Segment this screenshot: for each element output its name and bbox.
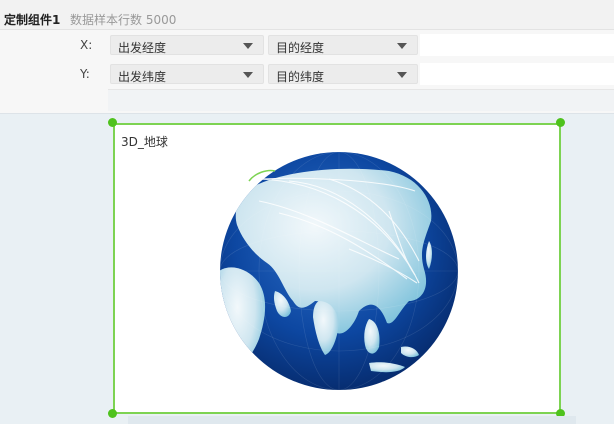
chevron-down-icon (243, 72, 253, 78)
config-panel: 定制组件1 数据样本行数 5000 X: 出发经度 目的经度 Y: 出发纬度 目… (0, 0, 614, 114)
x-start-dropdown[interactable]: 出发经度 (110, 35, 264, 55)
x-start-value: 出发经度 (118, 41, 167, 55)
globe-svg (220, 152, 458, 390)
y-start-dropdown[interactable]: 出发纬度 (110, 64, 264, 84)
y-axis-label: Y: (80, 67, 90, 81)
row-count: 数据样本行数 5000 (70, 13, 177, 27)
x-axis-label: X: (80, 38, 93, 52)
extra-field-row[interactable] (108, 89, 614, 111)
resize-handle-bottom-left[interactable] (108, 409, 117, 418)
y-end-value: 目的纬度 (276, 70, 325, 84)
component-name[interactable]: 定制组件1 (4, 11, 60, 28)
chart-frame[interactable]: 3D_地球 (113, 123, 561, 414)
chart-title: 3D_地球 (121, 135, 168, 149)
x-row-empty-area (420, 34, 614, 56)
y-start-value: 出发纬度 (118, 70, 167, 84)
resize-handle-top-left[interactable] (108, 118, 117, 127)
x-end-dropdown[interactable]: 目的经度 (268, 35, 418, 55)
canvas-shadow (128, 416, 576, 424)
chevron-down-icon (397, 43, 407, 49)
chevron-down-icon (397, 72, 407, 78)
chevron-down-icon (243, 43, 253, 49)
x-end-value: 目的经度 (276, 41, 325, 55)
component-header: 定制组件1 数据样本行数 5000 (0, 0, 614, 30)
y-row-empty-area (420, 63, 614, 85)
y-end-dropdown[interactable]: 目的纬度 (268, 64, 418, 84)
globe-chart[interactable] (219, 151, 459, 394)
resize-handle-top-right[interactable] (556, 118, 565, 127)
